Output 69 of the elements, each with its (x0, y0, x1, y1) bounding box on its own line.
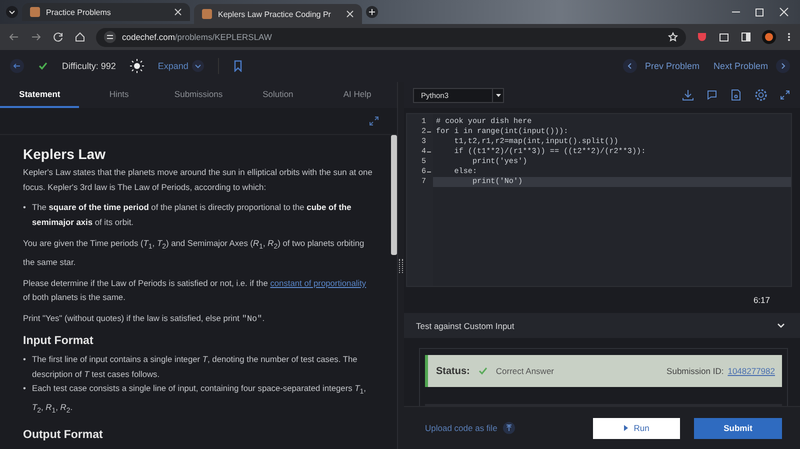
browser-tab[interactable]: Practice Problems (22, 3, 190, 21)
play-icon (624, 425, 628, 431)
status-text: Correct Answer (496, 366, 554, 376)
tab[interactable]: Statement (0, 82, 80, 108)
address-bar[interactable]: codechef.com/problems/KEPLERSLAW (96, 28, 686, 46)
paragraph: You are given the Time periods (T$_{1}$, T$_{2}$) and Semimajor Axes (R$_{1}$, R$_{2}$) of two planets orbiting the same star. (23, 237, 366, 270)
close-icon[interactable] (174, 8, 182, 16)
section-heading: Input Format (23, 334, 94, 350)
prev-problem-link[interactable]: Prev Problem (622, 59, 700, 73)
chevron-down-icon (776, 322, 786, 330)
home-icon[interactable] (74, 31, 86, 43)
settings-icon[interactable] (754, 88, 768, 102)
custom-input-header[interactable]: Test against Custom Input (404, 313, 800, 338)
run-button[interactable]: Run (593, 418, 680, 438)
bullet-marker: • (23, 382, 27, 396)
download-icon[interactable] (682, 89, 694, 101)
next-problem-link[interactable]: Next Problem (713, 59, 790, 73)
expand-icon[interactable] (369, 116, 379, 126)
sidebar-icon[interactable] (740, 31, 752, 43)
bullet-item: The first line of input contains a single integer T, denoting the number of test cases. The description of T test cases follows. (32, 353, 358, 381)
more-icon[interactable] (786, 31, 792, 43)
section-heading: Output Format (23, 428, 104, 443)
link[interactable]: constant of proportionality (270, 278, 366, 288)
bullet-marker: • (23, 353, 27, 366)
paragraph: Print "Yes" (without quotes) if the law is satisfied, else print "No". (23, 312, 266, 326)
tab[interactable]: Submissions (158, 82, 238, 108)
paragraph: Please determine if the Law of Periods is satisfied or not, i.e. if the constant of proportionality of both planets is the same. (23, 276, 368, 304)
chevron-left-icon (622, 59, 637, 73)
submission-id-link[interactable]: 1048277982 (728, 366, 775, 376)
fold-icon[interactable] (427, 130, 431, 134)
chevron-down-icon (192, 60, 204, 72)
tab[interactable]: AI Help (318, 82, 397, 108)
reload-icon[interactable] (52, 31, 64, 43)
bullet-item: The square of the time period of the planet is directly proportional to the cube of the semimajor axis of its orbit. (32, 201, 352, 229)
sun-icon[interactable] (130, 59, 144, 73)
avatar-icon[interactable] (762, 30, 776, 44)
caret-down-icon (496, 94, 500, 96)
browser-tab[interactable]: Keplers Law Practice Coding Pr (194, 4, 362, 24)
forward-arrow-icon[interactable] (30, 31, 42, 43)
status-label: Status: (436, 366, 470, 376)
upload-code-link[interactable]: Upload code as file (425, 422, 516, 434)
bookmark-icon[interactable] (233, 60, 244, 72)
save-icon[interactable] (730, 89, 742, 101)
submission-id-label: Submission ID: (666, 366, 724, 376)
chevron-down-icon[interactable] (6, 6, 18, 18)
check-icon (478, 366, 488, 376)
fold-icon[interactable] (427, 170, 431, 174)
expand-button[interactable]: Expand (158, 60, 204, 72)
submit-button[interactable]: Submit (694, 418, 782, 438)
tab[interactable]: Hints (79, 82, 159, 108)
paragraph: Kepler's Law states that the planets move around the sun in elliptical orbits with the sun at one focus. Kepler's 3rd law is The Law of Periods, according to which: (23, 166, 373, 194)
bullet-item: Each test case consists a single line of input, containing four space-separated integers T$_{1}$, T$_{2}$, R$_{1}$, R$_{2}$. (32, 382, 367, 418)
upload-icon (503, 422, 516, 434)
scrollbar-thumb[interactable] (391, 135, 397, 255)
star-icon[interactable] (668, 32, 678, 42)
back-arrow-icon[interactable] (8, 31, 20, 43)
comment-icon[interactable] (706, 89, 718, 101)
site-settings-icon[interactable] (104, 31, 116, 43)
bullet-marker: • (23, 201, 27, 214)
problem-title: Keplers Law (23, 145, 106, 163)
difficulty-label: Difficulty: 992 (62, 61, 116, 71)
tab[interactable]: Solution (238, 82, 318, 108)
check-icon (38, 61, 48, 71)
chevron-right-icon (776, 59, 790, 73)
timer-text: 6:17 (753, 295, 770, 305)
close-icon[interactable] (346, 10, 354, 18)
plus-icon[interactable] (366, 6, 378, 18)
fold-icon[interactable] (427, 150, 431, 154)
fullscreen-icon[interactable] (780, 90, 790, 100)
